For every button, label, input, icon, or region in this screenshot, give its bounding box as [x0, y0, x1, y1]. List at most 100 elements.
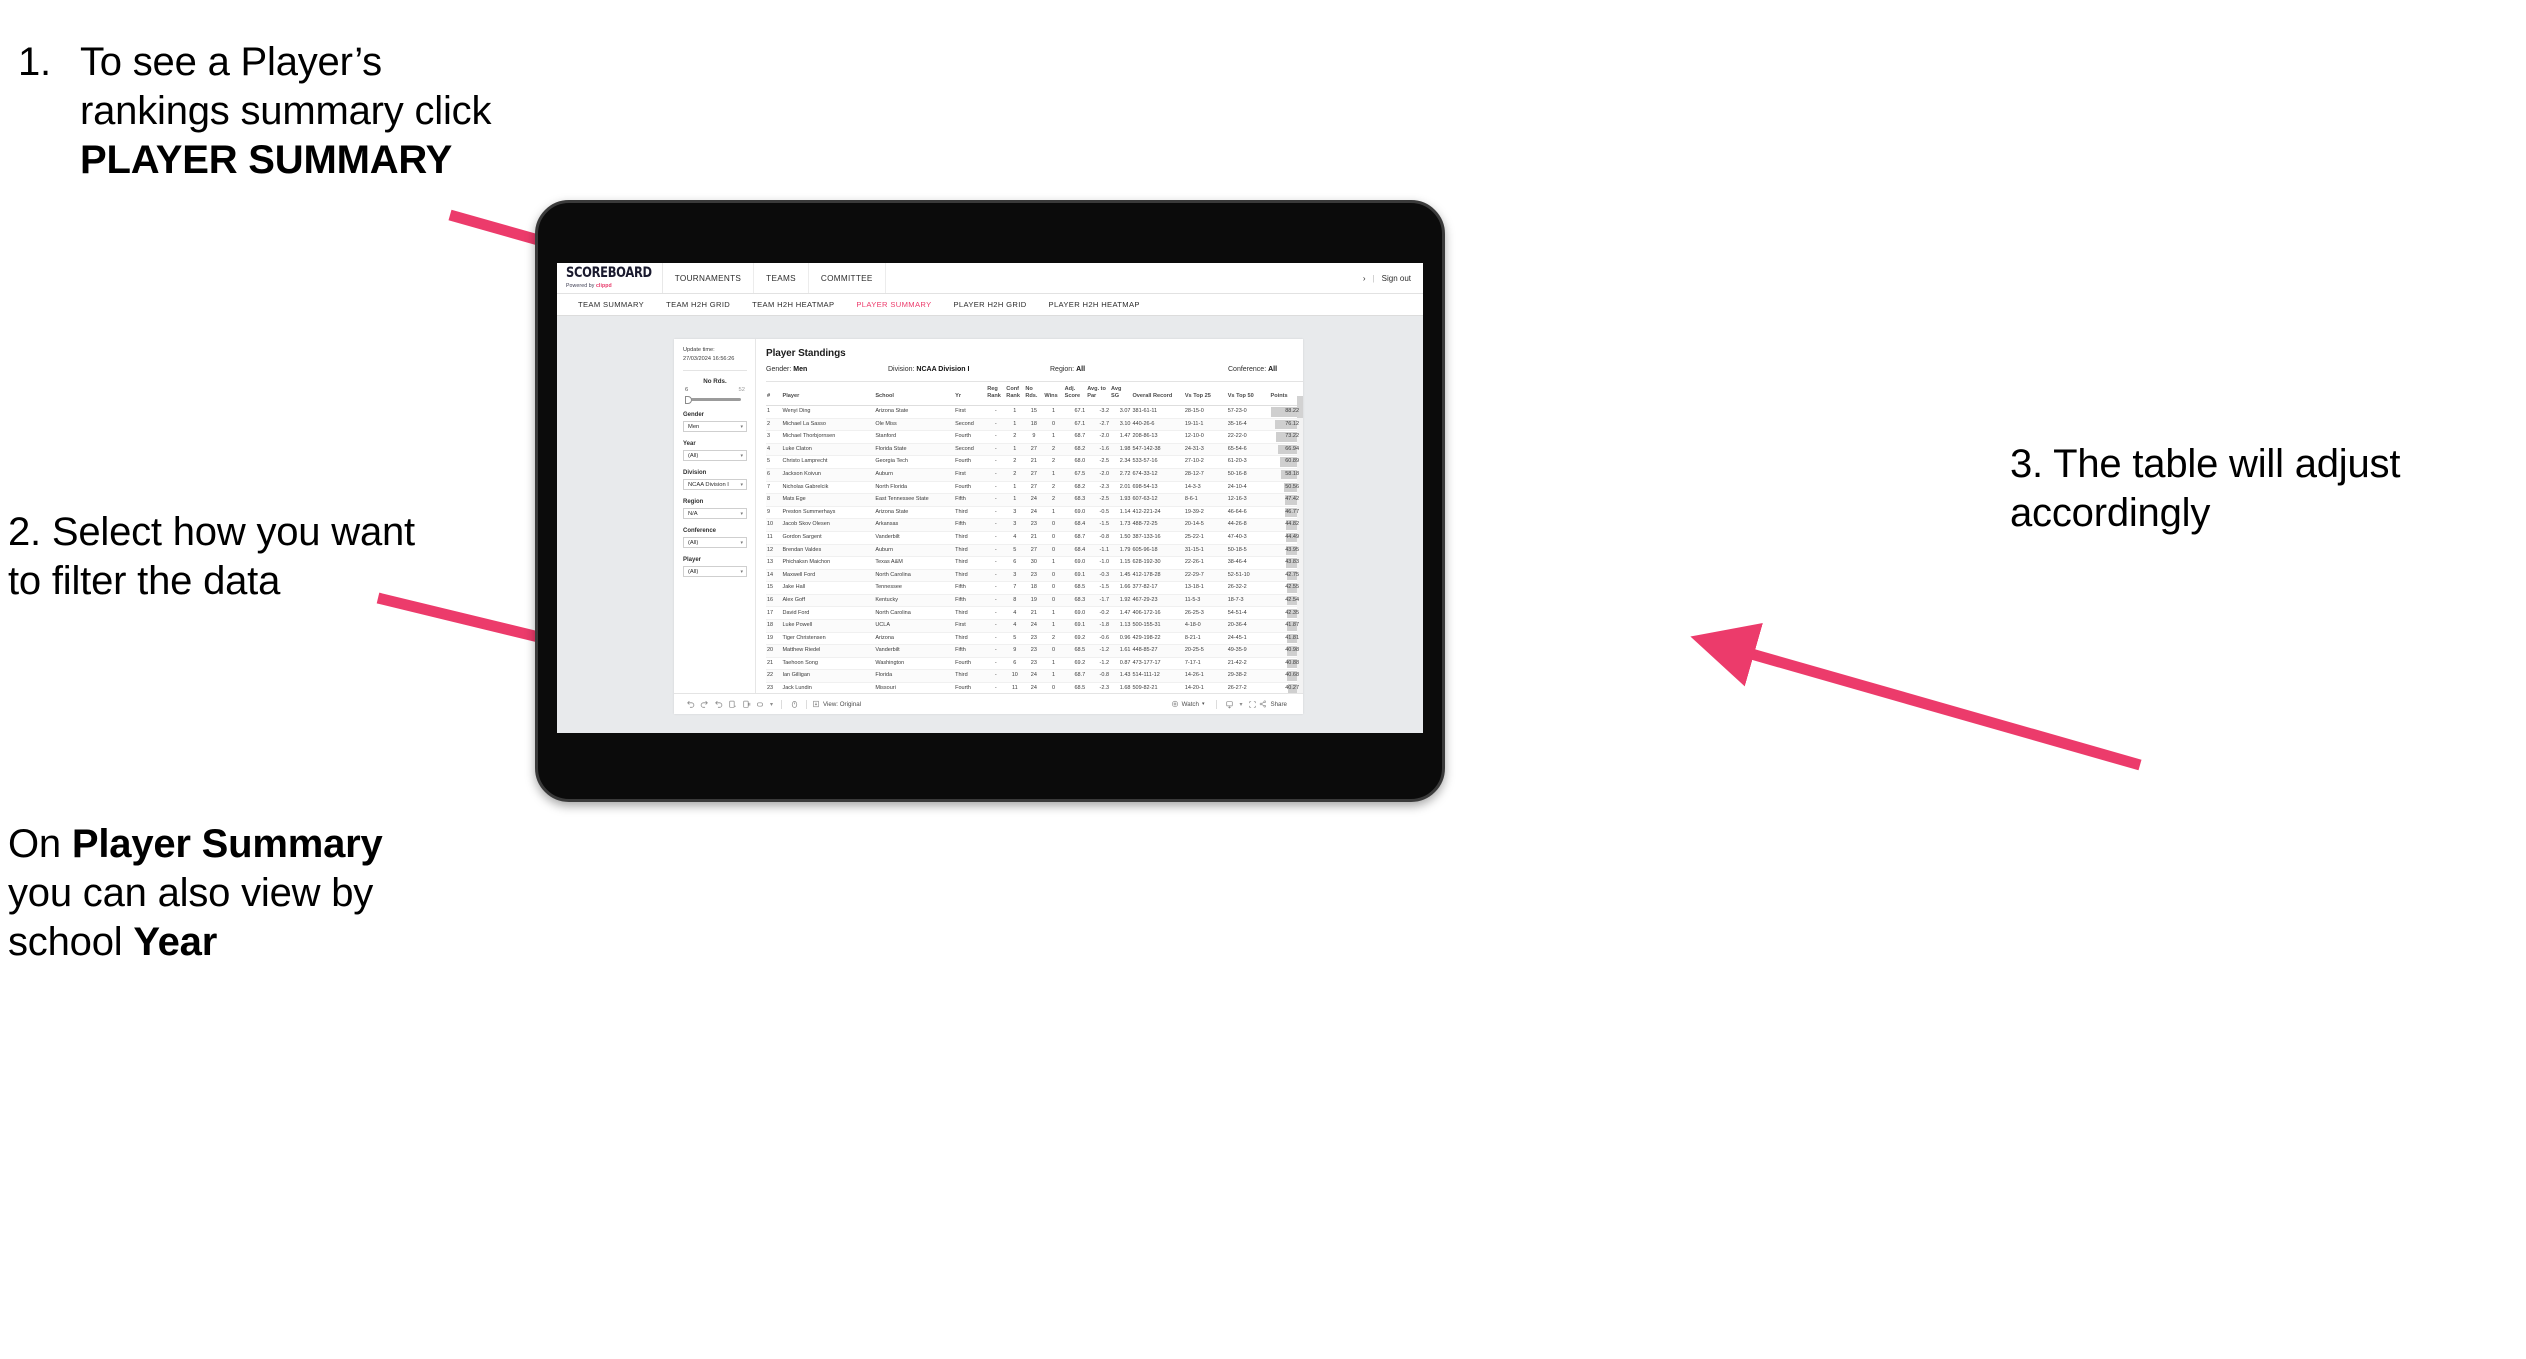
download-icon[interactable] — [1222, 697, 1236, 711]
cell-t50: 44-26-8 — [1226, 518, 1270, 532]
col-header-vs-top-50[interactable]: Vs Top 50 — [1226, 382, 1270, 406]
table-row[interactable]: 21 Taehoon Song Washington Fourth -6 23 1 69.2-… — [766, 657, 1303, 671]
cell-reg: - — [986, 493, 1006, 507]
col-header-conf-rank[interactable]: Conf Rank — [1005, 382, 1025, 406]
col-header-avg-sg[interactable]: Avg SG — [1110, 382, 1132, 406]
table-row[interactable]: 3 Michael Thorbjornsen Stanford Fourth -2 9 1 6… — [766, 430, 1303, 444]
table-row[interactable]: 5 Christo Lamprecht Georgia Tech Fourth -2 21… — [766, 455, 1303, 469]
table-row[interactable]: 22 Ian Gilligan Florida Third -10 24 1 68.7 -0.8… — [766, 669, 1303, 684]
table-row[interactable]: 18 Luke Powell UCLA First -4 24 1 69.1 -1.8 1.13 5… — [766, 619, 1303, 633]
cell-player: Wenyi Ding — [781, 405, 875, 419]
standings-table-head: # Player School Yr Reg Rank Conf Rank No… — [766, 382, 1303, 406]
col-header-wins[interactable]: Wins — [1043, 382, 1064, 406]
filter-conference-select[interactable]: (All) ▾ — [683, 537, 747, 549]
nav-item-teams[interactable]: TEAMS — [754, 263, 809, 293]
table-row[interactable]: 16 Alex Goff Kentucky Fifth -8 19 0 68.3 -1.7 1.9… — [766, 594, 1303, 608]
cell-t50: 50-18-5 — [1226, 544, 1270, 558]
tab-player-summary[interactable]: PLAYER SUMMARY — [845, 300, 942, 309]
table-row[interactable]: 15 Jake Hall Tennessee Fifth -7 18 0 68.5 -1.5 1.… — [766, 581, 1303, 595]
cell-yr: Third — [954, 606, 987, 621]
no-rounds-max: 52 — [738, 387, 745, 394]
table-row[interactable]: 7 Nicholas Gabrelcik North Florida Fourth -1… — [766, 481, 1303, 495]
table-row[interactable]: 23 Jack Lundin Missouri Fourth -11 24 0 68.5 -2.… — [766, 682, 1303, 693]
view-original-button[interactable]: View: Original — [812, 700, 861, 708]
col-header-player[interactable]: Player — [781, 382, 875, 406]
no-rounds-slider-track[interactable] — [685, 395, 741, 404]
cell-wins: 0 — [1043, 531, 1064, 545]
filter-player-select[interactable]: (All) ▾ — [683, 566, 747, 578]
table-row[interactable]: 17 David Ford North Carolina Third -4 21 1 69.0… — [766, 606, 1303, 621]
table-row[interactable]: 14 Maxwell Ford North Carolina Third -3 23 0 69… — [766, 569, 1303, 583]
cell-yr: Third — [954, 531, 987, 545]
nav-item-committee[interactable]: COMMITTEE — [809, 263, 886, 293]
tab-team-h2h-grid[interactable]: TEAM H2H GRID — [655, 300, 741, 309]
filter-year-select[interactable]: (All) ▾ — [683, 450, 747, 462]
pause-data-icon[interactable] — [739, 697, 753, 711]
tab-team-summary[interactable]: TEAM SUMMARY — [567, 300, 655, 309]
cell-sg: 2.01 — [1110, 481, 1132, 495]
col-header-avg-to-par[interactable]: Avg. to Par — [1086, 382, 1111, 406]
table-row[interactable]: 12 Brendan Valdes Auburn Third -5 27 0 68.4 -1.1… — [766, 544, 1303, 558]
table-row[interactable]: 6 Jackson Koivun Auburn First -2 27 1 67.5 -2.0 2… — [766, 468, 1303, 482]
tab-player-h2h-grid[interactable]: PLAYER H2H GRID — [942, 300, 1037, 309]
table-row[interactable]: 11 Gordon Sargent Vanderbilt Third -4 21 0 68.7… — [766, 531, 1303, 545]
cell-player: Phichaksn Maichon — [781, 556, 875, 570]
col-header-overall-record[interactable]: Overall Record — [1131, 382, 1184, 406]
col-header-no-rds[interactable]: No Rds. — [1024, 382, 1044, 406]
col-header-num[interactable]: # — [766, 382, 782, 406]
cell-adj: 69.2 — [1063, 657, 1087, 671]
tab-player-h2h-grid-label: PLAYER H2H GRID — [953, 300, 1027, 309]
cell-t25: 28-12-7 — [1183, 468, 1227, 482]
cell-adj: 68.5 — [1063, 682, 1087, 693]
cell-t50: 65-54-6 — [1226, 443, 1270, 457]
cell-wins: 2 — [1043, 481, 1064, 495]
table-row[interactable]: 4 Luke Claton Florida State Second -1 27 2 68.2… — [766, 443, 1303, 457]
table-row[interactable]: 9 Preston Summerhays Arizona State Third -3 2… — [766, 506, 1303, 520]
sign-out-button[interactable]: Sign out — [1382, 274, 1411, 283]
undo-icon[interactable] — [683, 697, 697, 711]
table-row[interactable]: 2 Michael La Sasso Ole Miss Second -1 18 0 67.1… — [766, 418, 1303, 432]
table-row[interactable]: 8 Mats Ege East Tennessee State Fifth -1 24 2 6… — [766, 493, 1303, 507]
filter-region-select[interactable]: N/A ▾ — [683, 508, 747, 520]
table-row[interactable]: 20 Matthew Riedel Vanderbilt Fifth -9 23 0 68.5… — [766, 644, 1303, 658]
filter-divider — [683, 370, 747, 372]
revert-icon[interactable] — [711, 697, 725, 711]
filter-summary-bar: Gender: Men Division: NCAA Division I Re… — [766, 366, 1303, 382]
no-rounds-slider[interactable]: No Rds. 6 52 — [683, 378, 747, 404]
table-row[interactable]: 1 Wenyi Ding Arizona State First -1 15 1 67.1 -3… — [766, 405, 1303, 419]
cell-sg: 1.13 — [1110, 619, 1132, 633]
table-row[interactable]: 13 Phichaksn Maichon Texas A&M Third -6 30 1 69… — [766, 556, 1303, 570]
chevron-down-icon[interactable]: ▾ — [1236, 697, 1245, 711]
fullscreen-icon[interactable] — [1245, 697, 1259, 711]
cell-sg: 1.47 — [1110, 606, 1132, 621]
nav-item-tournaments[interactable]: TOURNAMENTS — [663, 263, 755, 293]
cell-t25: 20-14-5 — [1183, 518, 1227, 532]
cell-par: -2.5 — [1086, 493, 1111, 507]
col-header-reg-rank[interactable]: Reg Rank — [986, 382, 1006, 406]
col-header-vs-top-25[interactable]: Vs Top 25 — [1183, 382, 1227, 406]
table-row[interactable]: 10 Jacob Skov Olesen Arkansas Fifth -3 23 0 68.… — [766, 518, 1303, 532]
pause-refresh-icon[interactable] — [787, 697, 801, 711]
cell-reg: - — [986, 619, 1006, 633]
col-header-yr[interactable]: Yr — [954, 382, 987, 406]
no-rounds-slider-handle[interactable] — [685, 395, 692, 404]
refresh-data-icon[interactable] — [725, 697, 739, 711]
tab-team-h2h-heatmap[interactable]: TEAM H2H HEATMAP — [741, 300, 845, 309]
user-chevron-icon[interactable]: › — [1363, 274, 1366, 283]
filter-gender-select[interactable]: Men ▾ — [683, 421, 747, 433]
share-button[interactable]: Share — [1259, 700, 1287, 708]
sheet-body: Update time: 27/03/2024 16:56:26 No Rds.… — [674, 339, 1303, 693]
filter-division-select[interactable]: NCAA Division I ▾ — [683, 479, 747, 491]
table-scrollbar-thumb[interactable] — [1297, 396, 1303, 418]
watch-button[interactable]: Watch ▾ — [1171, 700, 1204, 708]
chevron-down-icon[interactable]: ▾ — [767, 697, 776, 711]
redo-icon[interactable] — [697, 697, 711, 711]
highlight-icon[interactable] — [753, 697, 767, 711]
tab-player-h2h-heatmap[interactable]: PLAYER H2H HEATMAP — [1038, 300, 1151, 309]
cell-num: 7 — [766, 481, 782, 495]
table-row[interactable]: 19 Tiger Christensen Arizona Third -5 23 2 69.2… — [766, 632, 1303, 646]
cell-rds: 15 — [1024, 405, 1044, 419]
col-header-adj-score[interactable]: Adj. Score — [1063, 382, 1087, 406]
standings-table-scroll[interactable]: # Player School Yr Reg Rank Conf Rank No… — [766, 382, 1303, 693]
col-header-school[interactable]: School — [874, 382, 955, 406]
